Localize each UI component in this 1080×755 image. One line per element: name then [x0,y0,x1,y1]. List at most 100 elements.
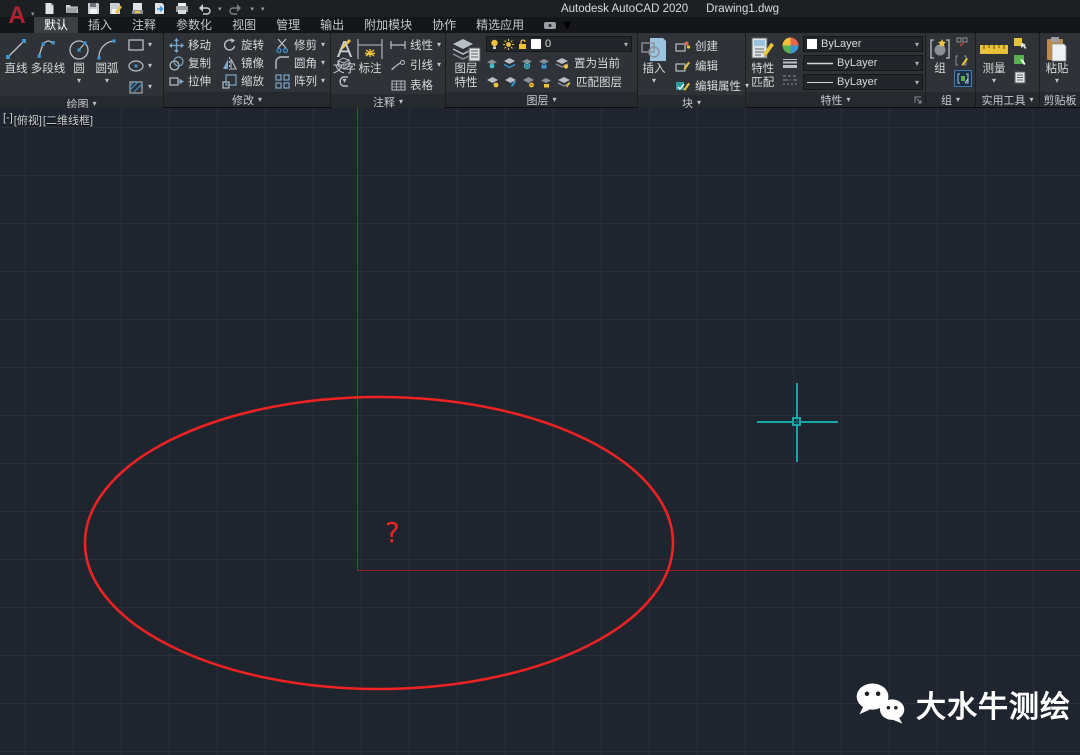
array-button[interactable]: 阵列 ▾ [272,72,327,90]
new-file-icon[interactable] [42,2,57,16]
quick-select-icon[interactable] [1012,36,1028,51]
tab-collaborate[interactable]: 协作 [422,17,466,33]
measure-button[interactable]: 测量 ▾ [978,34,1010,85]
linetype-dropdown[interactable]: ByLayer ▾ [803,74,923,90]
leader-button[interactable]: 引线 ▾ [388,56,443,74]
rectangle-tool-button[interactable]: ▾ [126,36,154,54]
edit-block-icon [675,59,691,74]
tab-annotate[interactable]: 注释 [122,17,166,33]
redo-caret-icon[interactable]: ▾ [251,5,255,13]
layer-dropdown[interactable]: 0 ▾ [486,36,632,52]
tab-view[interactable]: 视图 [222,17,266,33]
panel-layers: 图层 特性 0 ▾ 置为当前 [446,33,638,107]
ribbon-display-toggle[interactable]: ▾ [544,17,571,33]
move-button[interactable]: 移动 [166,36,213,54]
tab-manage[interactable]: 管理 [266,17,310,33]
array-caret-icon: ▾ [321,77,325,85]
layer-lock-icon[interactable] [538,57,550,69]
print-icon[interactable] [174,2,189,16]
layer-isolate-icon[interactable] [503,57,516,69]
polyline-tool-button[interactable]: 多段线 [30,34,66,76]
edit-attributes-icon [675,79,691,94]
hatch-tool-button[interactable]: ▾ [126,78,154,96]
tab-output[interactable]: 输出 [310,17,354,33]
ungroup-icon[interactable] [954,36,970,51]
open-folder-icon[interactable] [64,2,79,16]
lineweight-dropdown-caret-icon: ▾ [915,59,919,68]
fillet-button[interactable]: 圆角 ▾ [272,54,327,72]
tab-insert[interactable]: 插入 [78,17,122,33]
trim-button[interactable]: 修剪 ▾ [272,36,327,54]
create-block-button[interactable]: 创建 [673,37,751,55]
autocad-logo-menu[interactable]: A [2,0,32,32]
scale-button[interactable]: 缩放 [219,72,266,90]
linetype-icon[interactable] [782,74,798,86]
insert-block-button[interactable]: 插入 ▾ [640,34,668,85]
undo-caret-icon[interactable]: ▾ [218,5,222,13]
group-edit-icon[interactable] [954,53,970,68]
panel-label-annotate[interactable]: 注释▾ [331,94,445,109]
circle-tool-button[interactable]: 圆 ▾ [66,34,92,85]
arc-tool-button[interactable]: 圆弧 ▾ [92,34,122,85]
select-all-icon[interactable] [1012,53,1028,68]
group-button[interactable]: 组 [928,34,952,76]
save-icon[interactable] [86,2,101,16]
tab-parametric[interactable]: 参数化 [166,17,222,33]
ellipse-tool-button[interactable]: ▾ [126,57,154,75]
drawn-question-mark-text[interactable]: ? [385,516,400,549]
redo-icon[interactable] [229,2,244,16]
mirror-button[interactable]: 镜像 [219,54,266,72]
copy-icon [168,56,184,71]
stretch-button[interactable]: 拉伸 [166,72,213,90]
group-selection-toggle-icon[interactable] [954,70,972,87]
copy-button[interactable]: 复制 [166,54,213,72]
watermark: 大水牛测绘 [852,680,1071,728]
export-icon[interactable] [152,2,167,16]
paste-button[interactable]: 粘贴 ▾ [1042,34,1072,85]
dimension-tool-button[interactable]: 标注 [356,34,384,76]
edit-block-button[interactable]: 编辑 [673,57,751,75]
tab-addins[interactable]: 附加模块 [354,17,422,33]
save-as-icon[interactable] [108,2,123,16]
drawn-ellipse[interactable] [0,108,1080,755]
layer-match-icon[interactable] [504,76,517,88]
panel-label-utilities[interactable]: 实用工具▾ [976,92,1039,107]
edit-attributes-button[interactable]: 编辑属性 ▾ [673,77,751,95]
match-layer-button[interactable]: 匹配图层 [576,74,622,90]
panel-layers-caret-icon: ▾ [552,96,556,104]
lineweight-icon[interactable] [782,58,798,70]
tab-featured-apps[interactable]: 精选应用 [466,17,534,33]
line-tool-button[interactable]: 直线 [2,34,30,76]
qat-customize-icon[interactable]: ▾ [261,5,265,13]
table-button[interactable]: 表格 [388,76,443,94]
color-wheel-icon[interactable] [782,37,799,54]
panel-label-properties[interactable]: 特性▾ [746,92,925,107]
drawing-canvas[interactable]: [-] [俯视] [二维线框] ? 大水牛测绘 [0,108,1080,755]
layer-properties-button[interactable]: 图层 特性 [448,34,484,89]
layer-walk-icon[interactable] [486,76,499,88]
layer-off-icon[interactable] [486,57,498,69]
watermark-text: 大水牛测绘 [916,682,1071,726]
layer-freeze-icon[interactable] [521,57,533,69]
lineweight-dropdown[interactable]: ByLayer ▾ [803,55,923,71]
linear-dim-button[interactable]: 线性 ▾ [388,36,443,54]
tab-home[interactable]: 默认 [34,17,78,33]
layer-prev-icon[interactable] [522,76,535,88]
layer-unlock-icon [518,39,527,50]
panel-label-modify[interactable]: 修改▾ [164,92,330,107]
match-properties-icon [750,36,776,62]
undo-icon[interactable] [196,2,211,16]
rotate-button[interactable]: 旋转 [219,36,266,54]
panel-label-group[interactable]: 组▾ [926,92,975,107]
circle-icon [67,36,91,62]
plot-icon[interactable] [130,2,145,16]
panel-label-layers[interactable]: 图层▾ [446,92,637,107]
match-properties-button[interactable]: 特性 匹配 [748,34,777,89]
object-color-dropdown[interactable]: ByLayer ▾ [803,36,923,52]
leader-caret-icon: ▾ [437,61,441,69]
text-tool-button[interactable]: A 文字 ▾ [333,34,356,85]
set-current-layer-button[interactable]: 置为当前 [574,55,620,71]
layer-unlock2-icon[interactable] [540,76,552,88]
properties-dialog-launcher-icon[interactable] [914,96,922,104]
point-style-icon[interactable] [1012,70,1028,85]
